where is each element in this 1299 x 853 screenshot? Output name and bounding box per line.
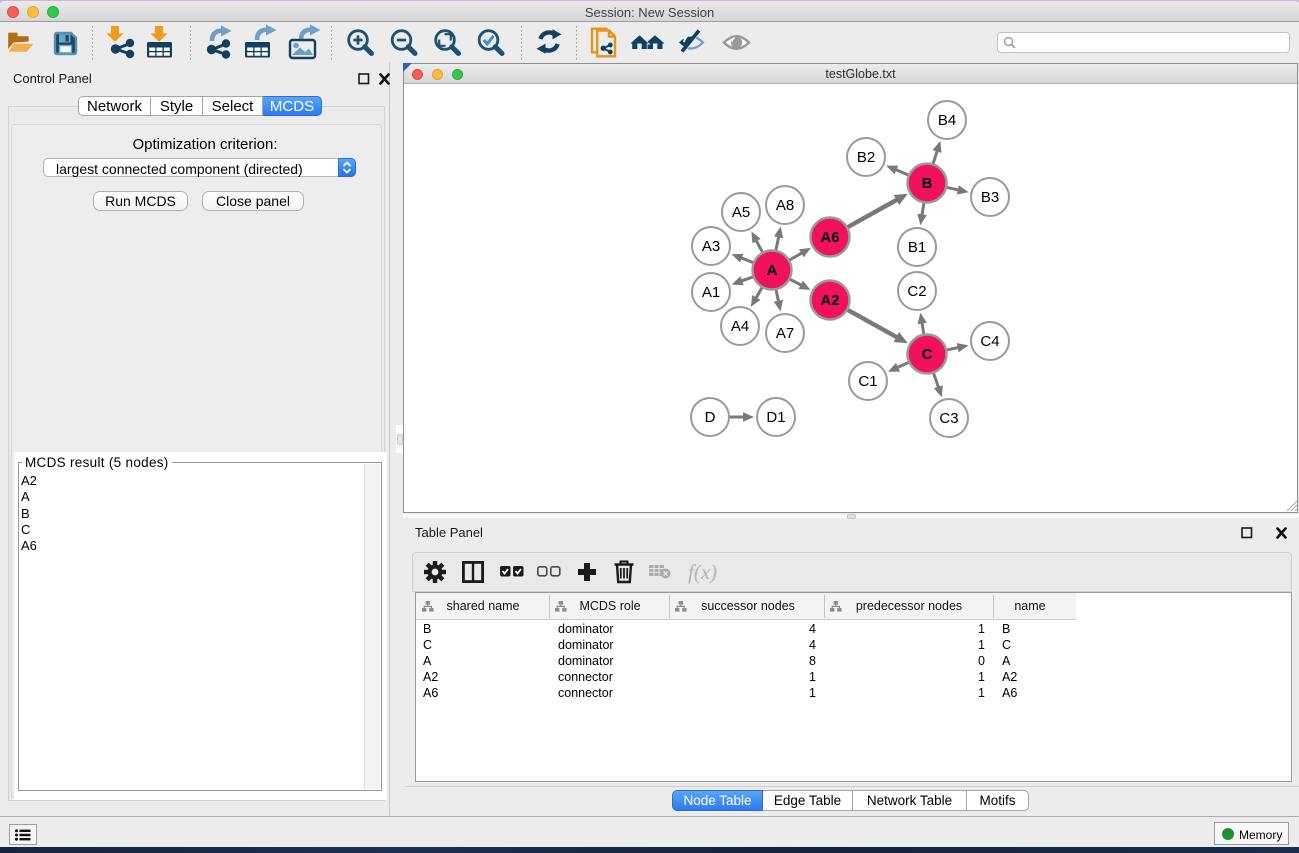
svg-text:A3: A3 — [702, 238, 720, 255]
svg-text:1: 1 — [978, 638, 985, 652]
svg-text:A8: A8 — [776, 197, 794, 214]
svg-text:C: C — [922, 346, 933, 363]
svg-text:B4: B4 — [938, 112, 956, 129]
svg-text:dominator: dominator — [558, 638, 614, 652]
svg-text:B: B — [423, 622, 431, 636]
svg-text:A: A — [767, 262, 778, 279]
svg-text:C2: C2 — [907, 283, 926, 300]
svg-text:shared name: shared name — [447, 599, 520, 613]
svg-text:A2: A2 — [820, 292, 839, 309]
svg-text:B: B — [922, 175, 933, 192]
svg-text:A6: A6 — [423, 686, 438, 700]
svg-text:8: 8 — [809, 654, 816, 668]
svg-text:B: B — [1002, 622, 1010, 636]
svg-text:C4: C4 — [980, 333, 999, 350]
svg-text:A6: A6 — [820, 229, 839, 246]
svg-text:1: 1 — [978, 622, 985, 636]
svg-text:1: 1 — [978, 670, 985, 684]
svg-text:A7: A7 — [776, 325, 794, 342]
svg-text:4: 4 — [809, 638, 816, 652]
svg-text:MCDS role: MCDS role — [579, 599, 640, 613]
svg-text:dominator: dominator — [558, 654, 614, 668]
svg-text:4: 4 — [809, 622, 816, 636]
svg-text:C: C — [423, 638, 432, 652]
svg-text:A6: A6 — [1002, 686, 1017, 700]
svg-text:dominator: dominator — [558, 622, 614, 636]
svg-text:A5: A5 — [732, 204, 750, 221]
svg-text:D: D — [705, 409, 716, 426]
svg-text:1: 1 — [809, 686, 816, 700]
svg-text:connector: connector — [558, 670, 613, 684]
svg-text:A4: A4 — [731, 318, 749, 335]
svg-text:1: 1 — [809, 670, 816, 684]
svg-text:A1: A1 — [702, 284, 720, 301]
svg-text:A: A — [423, 654, 432, 668]
svg-text:A: A — [1002, 654, 1011, 668]
svg-text:B3: B3 — [981, 189, 999, 206]
svg-text:C: C — [1002, 638, 1011, 652]
svg-text:connector: connector — [558, 686, 613, 700]
svg-text:f(x): f(x) — [688, 560, 717, 584]
svg-text:successor nodes: successor nodes — [701, 599, 795, 613]
svg-text:A2: A2 — [1002, 670, 1017, 684]
svg-text:A2: A2 — [423, 670, 438, 684]
svg-text:predecessor nodes: predecessor nodes — [856, 599, 962, 613]
svg-text:C3: C3 — [939, 410, 958, 427]
svg-text:0: 0 — [978, 654, 985, 668]
svg-text:B2: B2 — [857, 149, 875, 166]
svg-text:C1: C1 — [858, 373, 877, 390]
svg-text:name: name — [1014, 599, 1045, 613]
svg-text:1: 1 — [978, 686, 985, 700]
svg-text:B1: B1 — [908, 239, 926, 256]
svg-text:D1: D1 — [766, 409, 785, 426]
